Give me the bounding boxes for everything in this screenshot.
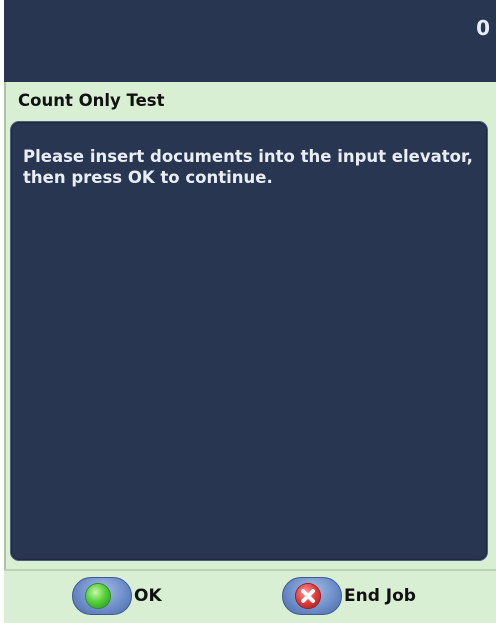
instruction-message: Please insert documents into the input e… [23, 147, 473, 187]
status-bar [4, 0, 496, 82]
dialog-title: Count Only Test [18, 91, 165, 110]
ok-button-label: OK [134, 586, 162, 606]
red-x-icon [296, 584, 320, 608]
end-job-button-pill[interactable] [282, 577, 342, 615]
green-circle-icon [86, 584, 110, 608]
message-panel: Please insert documents into the input e… [10, 121, 488, 561]
document-counter: 0 [476, 16, 490, 40]
end-job-button[interactable]: End Job [282, 575, 416, 617]
scanner-screen: 0 Count Only Test Please insert document… [0, 0, 496, 623]
ok-button-pill[interactable] [72, 577, 132, 615]
end-job-button-label: End Job [344, 586, 416, 606]
ok-button[interactable]: OK [72, 575, 162, 617]
